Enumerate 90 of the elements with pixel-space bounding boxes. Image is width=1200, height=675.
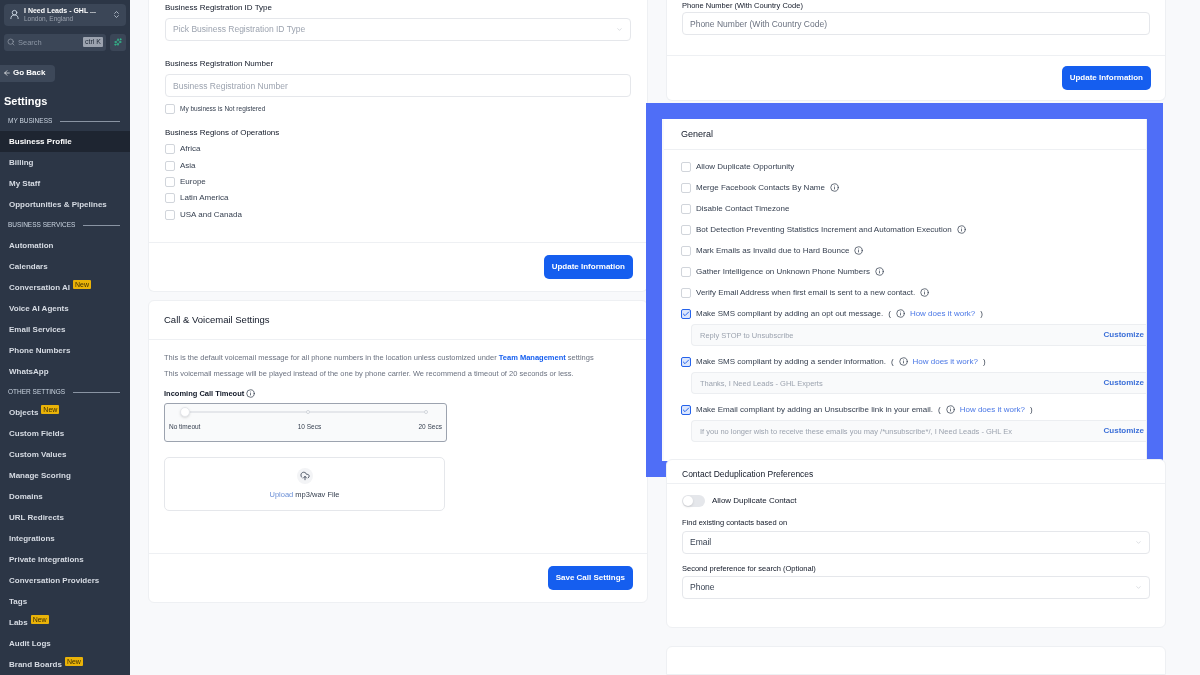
sidebar-item[interactable]: Calendars — [0, 256, 130, 277]
check-icon — [682, 309, 690, 318]
paren: ) — [980, 307, 983, 320]
second-preference-select[interactable]: Phone — [682, 575, 1150, 599]
sidebar-item[interactable]: Opportunities & Pipelines — [0, 194, 130, 215]
match-field-select[interactable]: Email — [682, 530, 1150, 554]
field-label: Business Registration Number — [165, 58, 275, 70]
customize-link[interactable]: Customize — [1103, 425, 1144, 438]
field-label: Business Registration ID Type — [165, 2, 273, 14]
paren: ) — [1030, 403, 1033, 416]
chevron-down-icon — [1135, 538, 1142, 546]
toggle-switch[interactable] — [682, 495, 705, 508]
checkbox[interactable] — [681, 308, 691, 319]
sparkle-icon — [114, 38, 122, 47]
search-icon — [7, 38, 15, 47]
checkbox-label: USA and Canada — [180, 208, 242, 221]
sidebar-item[interactable]: Manage Scoring — [0, 465, 130, 486]
sidebar-item[interactable]: Email Services — [0, 319, 130, 340]
settings-title: Settings — [4, 94, 49, 108]
check-icon — [682, 357, 690, 366]
checkbox-label: Europe — [180, 175, 206, 188]
sparkle-button[interactable] — [110, 33, 126, 51]
how-it-works-link[interactable]: How does it work? — [909, 307, 976, 320]
checkbox-label: Africa — [180, 143, 201, 156]
chevrons-icon — [112, 10, 121, 20]
option-label: Allow Duplicate Opportunity — [696, 160, 795, 173]
slider-thumb[interactable] — [180, 407, 190, 418]
sidebar-item[interactable]: Domains — [0, 486, 130, 507]
sidebar-item[interactable]: Custom Fields — [0, 423, 130, 444]
option-label: Make SMS compliant by adding an opt out message. — [696, 307, 884, 320]
info-icon — [854, 246, 864, 256]
option-label: Make SMS compliant by adding a sender information. — [696, 355, 886, 368]
checkbox-label: Latin America — [180, 192, 229, 205]
info-icon — [920, 288, 930, 298]
sidebar-item[interactable]: Conversation Providers — [0, 570, 130, 591]
check-icon — [682, 405, 690, 414]
sidebar-item[interactable]: Custom Values — [0, 444, 130, 465]
sidebar-item[interactable]: URL Redirects — [0, 507, 130, 528]
info-icon — [945, 405, 955, 415]
how-it-works-link[interactable]: How does it work? — [912, 355, 978, 368]
option-label: Merge Facebook Contacts By Name — [696, 181, 825, 194]
paren: ( — [888, 307, 891, 320]
sidebar-item[interactable]: Phone Numbers — [0, 340, 130, 361]
checkbox[interactable] — [681, 404, 691, 415]
sidebar-item[interactable]: Business Profile — [0, 131, 130, 152]
info-icon — [956, 225, 966, 235]
info-icon — [829, 183, 839, 193]
info-icon — [246, 389, 256, 399]
sidebar-item[interactable]: My Staff — [0, 173, 130, 194]
card-title: General — [681, 127, 714, 141]
save-call-settings-button[interactable]: Save Call Settings — [547, 566, 633, 590]
sidebar-item[interactable]: Tags — [0, 591, 130, 612]
card-title: Call & Voicemail Settings — [164, 312, 270, 327]
checkbox[interactable] — [681, 356, 691, 367]
sidebar-item[interactable]: Automation — [0, 235, 130, 256]
option-label: Verify Email Address when first email is sent to a new contact. — [696, 286, 916, 299]
paren: ( — [890, 355, 894, 368]
option-label: Disable Contact Timezone — [696, 202, 790, 215]
update-information-button[interactable]: Update Information — [543, 255, 633, 279]
registration-number-input[interactable]: Business Registration Number — [165, 74, 631, 97]
upload-icon — [296, 468, 313, 485]
info-icon — [874, 267, 884, 277]
chevron-down-icon — [1135, 583, 1142, 591]
how-it-works-link[interactable]: How does it work? — [959, 403, 1026, 416]
field-label: Business Regions of Operations — [165, 127, 281, 139]
info-icon — [898, 357, 908, 367]
option-label: Make Email compliant by adding an Unsubscribe link in your email. — [696, 403, 933, 416]
option-label: Gather Intelligence on Unknown Phone Numbers — [696, 265, 870, 278]
toggle-label: Allow Duplicate Contact — [712, 495, 797, 508]
sidebar-item[interactable]: WhatsApp — [0, 361, 130, 382]
sidebar-item[interactable]: Private Integrations — [0, 549, 130, 570]
paren: ( — [938, 403, 941, 416]
customize-link[interactable]: Customize — [1103, 329, 1144, 342]
checkbox-label: Asia — [180, 159, 196, 172]
info-icon — [895, 309, 905, 319]
back-arrow-icon — [3, 69, 11, 78]
sidebar-item[interactable]: Integrations — [0, 528, 130, 549]
sidebar-item[interactable]: Voice AI Agents — [0, 298, 130, 319]
phone-number-input[interactable]: Phone Number (With Country Code) — [682, 12, 1150, 35]
update-information-button[interactable]: Update Information — [1061, 66, 1151, 91]
customize-link[interactable]: Customize — [1103, 377, 1144, 390]
sidebar-item[interactable]: Audit Logs — [0, 633, 130, 654]
card-title: Contact Deduplication Preferences — [682, 467, 814, 481]
option-label: Mark Emails as Invalid due to Hard Bounce — [696, 244, 850, 257]
account-icon — [9, 9, 20, 21]
option-label: Bot Detection Preventing Statistics Increment and Automation Execution — [696, 223, 952, 236]
paren: ) — [982, 355, 986, 368]
chevron-down-icon — [616, 26, 623, 33]
go-back-button[interactable]: Go Back — [0, 64, 55, 82]
sidebar-item[interactable]: Billing — [0, 152, 130, 173]
